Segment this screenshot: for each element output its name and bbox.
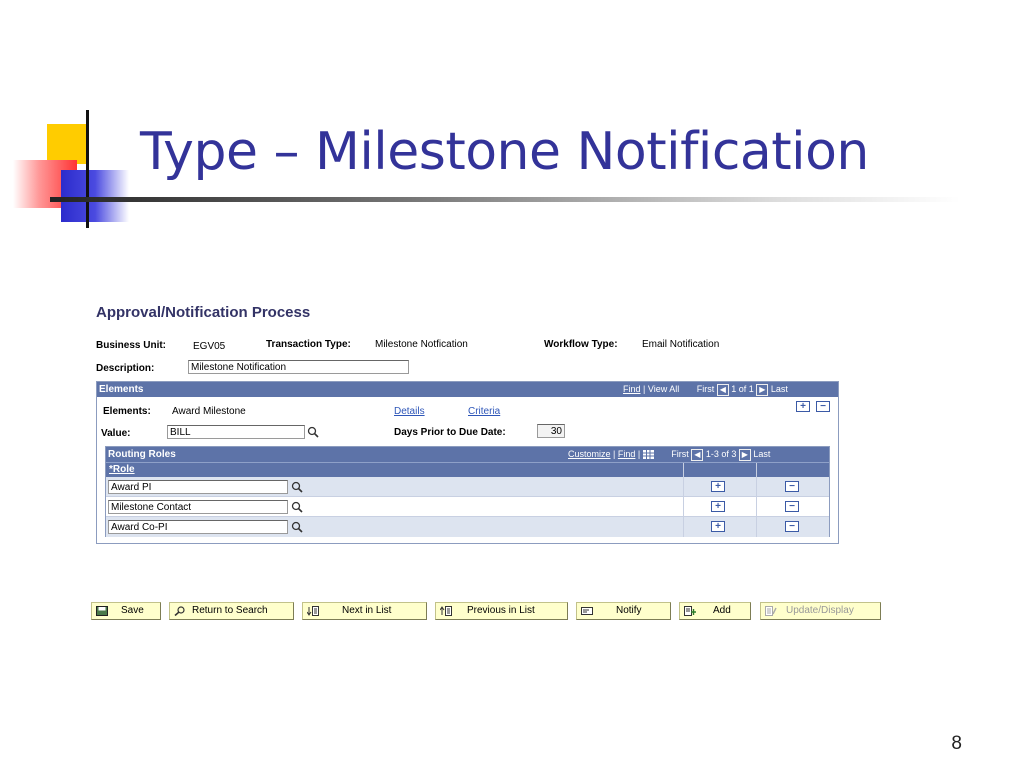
routing-next-arrow-icon[interactable]: ▶ — [738, 448, 751, 461]
previous-in-list-button[interactable]: Previous in List — [435, 602, 568, 620]
role-lookup-icon[interactable] — [291, 481, 303, 493]
routing-customize-link[interactable]: Customize — [568, 449, 611, 459]
elements-grid-nav: Find | View All First ◀ 1 of 1 ▶ Last — [623, 382, 788, 397]
workflow-type-value: Email Notification — [642, 339, 720, 350]
routing-nav-separator-2: | — [637, 449, 641, 459]
transaction-type-value: Milestone Notfication — [375, 339, 468, 350]
workflow-type-label: Workflow Type: — [544, 339, 618, 350]
column-divider — [756, 477, 757, 537]
routing-previous-arrow-icon[interactable]: ◀ — [691, 448, 704, 461]
save-icon — [96, 606, 108, 616]
decorative-blue-square — [61, 170, 129, 222]
update-display-label: Update/Display — [786, 605, 854, 616]
business-unit-value: EGV05 — [193, 341, 226, 352]
delete-role-row-button[interactable]: − — [785, 501, 799, 512]
value-label: Value: — [101, 428, 131, 439]
add-role-row-button[interactable]: + — [711, 501, 725, 512]
elements-delete-row-button[interactable]: − — [816, 401, 830, 412]
notify-icon — [581, 607, 593, 615]
elements-last-label: Last — [770, 384, 788, 394]
title-underline — [50, 197, 960, 202]
update-display-icon — [765, 606, 777, 616]
return-to-search-button[interactable]: Return to Search — [169, 602, 294, 620]
download-grid-icon[interactable] — [642, 450, 654, 460]
routing-roles-grid: Routing Roles Customize | Find | First ◀… — [105, 446, 830, 537]
routing-range: 1-3 of 3 — [705, 449, 737, 459]
notify-label: Notify — [616, 605, 642, 616]
role-lookup-icon[interactable] — [291, 501, 303, 513]
column-divider — [756, 463, 757, 477]
business-unit-label: Business Unit: — [96, 340, 167, 351]
column-divider — [683, 463, 684, 477]
add-icon — [684, 606, 696, 616]
role-field[interactable]: Milestone Contact — [108, 500, 288, 514]
elements-nav-separator: | — [643, 384, 646, 394]
elements-range: 1 of 1 — [731, 384, 754, 394]
previous-in-list-icon — [440, 606, 452, 616]
role-lookup-icon[interactable] — [291, 521, 303, 533]
routing-role-row: Award PI + − — [106, 477, 829, 497]
routing-column-header-row: *Role — [106, 462, 829, 477]
role-field[interactable]: Award PI — [108, 480, 288, 494]
next-in-list-button[interactable]: Next in List — [302, 602, 427, 620]
value-field[interactable]: BILL — [167, 425, 305, 439]
elements-value: Award Milestone — [172, 406, 246, 417]
role-column-header[interactable]: *Role — [109, 464, 135, 475]
elements-add-row-button[interactable]: + — [796, 401, 810, 412]
slide-title: Type – Milestone Notification — [140, 122, 869, 182]
decorative-vertical-line — [86, 110, 89, 228]
save-label: Save — [121, 605, 144, 616]
routing-find-link[interactable]: Find — [618, 449, 636, 459]
delete-role-row-button[interactable]: − — [785, 481, 799, 492]
routing-first-label: First — [671, 449, 689, 459]
previous-in-list-label: Previous in List — [467, 605, 535, 616]
transaction-type-label: Transaction Type: — [266, 339, 351, 350]
routing-role-row: Award Co-PI + − — [106, 517, 829, 537]
return-to-search-label: Return to Search — [192, 605, 268, 616]
elements-next-arrow-icon[interactable]: ▶ — [756, 383, 769, 396]
elements-label: Elements: — [103, 406, 151, 417]
next-in-list-label: Next in List — [342, 605, 392, 616]
add-label: Add — [713, 605, 731, 616]
value-lookup-icon[interactable] — [307, 426, 319, 438]
details-link[interactable]: Details — [394, 406, 425, 417]
add-button[interactable]: Add — [679, 602, 751, 620]
slide-page-number: 8 — [951, 733, 962, 754]
delete-role-row-button[interactable]: − — [785, 521, 799, 532]
save-button[interactable]: Save — [91, 602, 161, 620]
elements-find-link[interactable]: Find — [623, 384, 641, 394]
routing-roles-nav: Customize | Find | First ◀ 1-3 of 3 ▶ La… — [568, 447, 770, 462]
criteria-link[interactable]: Criteria — [468, 406, 500, 417]
elements-grid-title: Elements — [99, 384, 144, 395]
routing-last-label: Last — [753, 449, 771, 459]
elements-previous-arrow-icon[interactable]: ◀ — [716, 383, 729, 396]
add-role-row-button[interactable]: + — [711, 521, 725, 532]
page-heading: Approval/Notification Process — [96, 304, 311, 321]
routing-roles-title: Routing Roles — [108, 449, 176, 460]
days-prior-field[interactable]: 30 — [537, 424, 565, 438]
routing-roles-header: Routing Roles Customize | Find | First ◀… — [106, 447, 829, 462]
next-in-list-icon — [307, 606, 319, 616]
role-field[interactable]: Award Co-PI — [108, 520, 288, 534]
update-display-button[interactable]: Update/Display — [760, 602, 881, 620]
elements-first-label: First — [696, 384, 715, 394]
description-field[interactable]: Milestone Notification — [188, 360, 409, 374]
search-icon — [174, 606, 185, 616]
add-role-row-button[interactable]: + — [711, 481, 725, 492]
elements-grid-header: Elements Find | View All First ◀ 1 of 1 … — [97, 382, 838, 397]
elements-grid: Elements Find | View All First ◀ 1 of 1 … — [96, 381, 839, 544]
notify-button[interactable]: Notify — [576, 602, 671, 620]
routing-nav-separator: | — [613, 449, 616, 459]
description-label: Description: — [96, 363, 155, 374]
column-divider — [683, 477, 684, 537]
routing-role-row: Milestone Contact + − — [106, 497, 829, 517]
decorative-yellow-square — [47, 124, 87, 164]
days-prior-label: Days Prior to Due Date: — [394, 427, 506, 438]
elements-view-all-link[interactable]: View All — [648, 384, 679, 394]
